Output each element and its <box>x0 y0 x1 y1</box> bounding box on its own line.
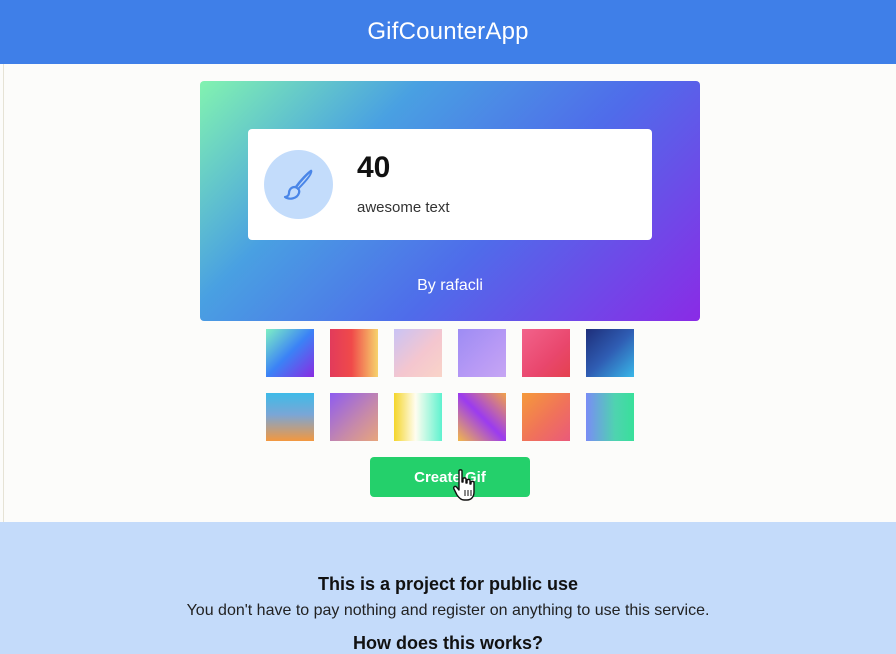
swatch-8[interactable] <box>330 393 378 441</box>
left-divider <box>3 64 4 522</box>
swatch-1[interactable] <box>266 329 314 377</box>
swatch-9[interactable] <box>394 393 442 441</box>
gif-preview: 40 awesome text By rafacli <box>200 81 700 321</box>
swatch-11[interactable] <box>522 393 570 441</box>
top-bar: GifCounterApp <box>0 0 896 64</box>
create-gif-button[interactable]: Create Gif <box>370 457 530 497</box>
swatch-10[interactable] <box>458 393 506 441</box>
swatch-7[interactable] <box>266 393 314 441</box>
swatch-5[interactable] <box>522 329 570 377</box>
author-credit: By rafacli <box>417 277 483 294</box>
hand-cursor-icon <box>453 469 475 501</box>
counter-value: 40 <box>357 151 391 184</box>
swatch-6[interactable] <box>586 329 634 377</box>
info-subtitle: How does this works? <box>352 633 544 653</box>
info-title: This is a project for public use <box>317 574 579 594</box>
paintbrush-icon <box>264 150 333 219</box>
app-title: GifCounterApp <box>367 18 529 45</box>
swatch-2[interactable] <box>330 329 378 377</box>
info-text: You don't have to pay nothing and regist… <box>186 602 710 619</box>
swatch-12[interactable] <box>586 393 634 441</box>
counter-card: 40 awesome text <box>248 129 652 240</box>
info-section: This is a project for public use You don… <box>0 522 896 654</box>
counter-label: awesome text <box>357 199 450 216</box>
swatch-3[interactable] <box>394 329 442 377</box>
swatch-4[interactable] <box>458 329 506 377</box>
